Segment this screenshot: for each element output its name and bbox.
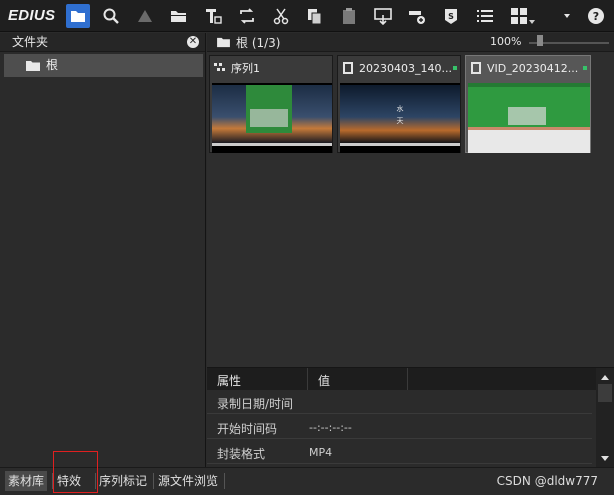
property-row[interactable]: 录制日期/时间 [207, 390, 592, 414]
triangle-up-icon [138, 10, 152, 22]
sequence-icon [214, 63, 225, 71]
svg-text:S: S [448, 12, 454, 21]
folder-icon [26, 60, 40, 71]
clip-title-row: VID_20230412... [466, 56, 590, 80]
paste-button[interactable] [337, 4, 361, 28]
scrollbar-thumb[interactable] [598, 384, 612, 402]
title-clip-button[interactable] [201, 4, 225, 28]
property-key: 开始时间码 [217, 422, 278, 436]
list-icon [477, 10, 493, 22]
clip-list: 序列1 20230403_140... 水 天 VID_20230412... [209, 55, 614, 155]
folder-panel: 文件夹 ✕ 根 [0, 33, 206, 467]
video-frame-image [468, 83, 590, 153]
bin-panel: 根 (1/3) 100% 序列1 20230403_140... 水 天 VID… [207, 33, 614, 468]
clip-title: VID_20230412... [487, 61, 579, 75]
search-icon [103, 8, 119, 24]
folder-panel-header: 文件夹 ✕ [0, 33, 205, 52]
folder-icon [217, 37, 230, 47]
film-icon [471, 62, 481, 74]
effect-icon: S [445, 9, 457, 24]
clip-thumbnail: 水 天 [340, 83, 460, 153]
help-button[interactable]: ? [584, 4, 608, 28]
status-online-indicator [453, 66, 457, 70]
open-folder-icon [171, 11, 186, 22]
scroll-up-icon[interactable] [601, 375, 609, 380]
zoom-level: 100% [490, 35, 522, 48]
properties-scrollbar[interactable] [596, 368, 614, 468]
search-button[interactable] [99, 4, 123, 28]
up-level-button[interactable] [133, 4, 157, 28]
clip-thumbnail [468, 83, 590, 153]
properties-header: 属性 值 [207, 368, 614, 390]
clipboard-icon [343, 8, 355, 24]
video-frame-image: 水 天 [340, 85, 460, 146]
clip-title-row: 20230403_140... [338, 56, 460, 80]
column-divider [307, 368, 308, 390]
app-logo: EDIUS [8, 7, 56, 24]
tab-divider [224, 473, 225, 489]
tab-sequence-markers[interactable]: 序列标记 [96, 471, 150, 491]
insert-button[interactable] [371, 4, 395, 28]
watermark: CSDN @dldw777 [496, 474, 598, 488]
clip-title-row: 序列1 [210, 56, 332, 80]
chevron-down-icon [564, 14, 570, 18]
property-row[interactable]: 开始时间码 --:--:--:-- [207, 415, 592, 439]
folder-tree-item-root[interactable]: 根 [4, 54, 203, 77]
current-path: 根 (1/3) [236, 35, 281, 50]
clip-title: 20230403_140... [359, 61, 452, 75]
video-frame-image [212, 83, 332, 153]
property-key: 封装格式 [217, 447, 266, 461]
property-value: MP4 [309, 446, 333, 459]
clip-item-selected[interactable]: VID_20230412... [465, 55, 591, 153]
highlight-box [53, 451, 98, 493]
path-bar: 根 (1/3) 100% [207, 33, 614, 52]
clip-thumbnail [212, 83, 332, 153]
svg-text:天: 天 [397, 117, 404, 125]
close-icon[interactable]: ✕ [187, 36, 199, 48]
menu-dropdown-button[interactable] [558, 4, 576, 28]
effect-button[interactable]: S [439, 4, 463, 28]
toolbar: EDIUS S ? [0, 0, 614, 32]
zoom-slider-thumb[interactable] [537, 35, 543, 46]
folder-icon [71, 11, 85, 22]
chevron-down-icon [529, 20, 535, 24]
add-to-timeline-button[interactable] [405, 4, 429, 28]
folder-tree-item-label: 根 [46, 58, 59, 72]
properties-panel: 属性 值 录制日期/时间 开始时间码 --:--:--:-- 封装格式 MP4 [207, 367, 614, 468]
clip-item[interactable]: 20230403_140... 水 天 [337, 55, 461, 153]
column-divider [407, 368, 408, 390]
replace-button[interactable] [235, 4, 259, 28]
help-icon: ? [588, 8, 604, 24]
replace-icon [240, 8, 254, 24]
grid-view-button[interactable] [507, 4, 535, 28]
grid-icon [511, 8, 527, 24]
scroll-down-icon[interactable] [601, 456, 609, 461]
copy-button[interactable] [303, 4, 327, 28]
tab-asset-bin[interactable]: 素材库 [5, 471, 48, 491]
scissors-icon [273, 8, 289, 25]
property-value: --:--:--:-- [309, 421, 352, 434]
cut-button[interactable] [269, 4, 293, 28]
copy-icon [308, 9, 322, 25]
clip-title: 序列1 [231, 62, 260, 75]
property-key: 录制日期/时间 [217, 397, 294, 411]
property-row[interactable]: 封装格式 MP4 [207, 440, 592, 464]
clip-item[interactable]: 序列1 [209, 55, 333, 153]
tab-source-browser[interactable]: 源文件浏览 [155, 471, 221, 491]
list-view-button[interactable] [473, 4, 497, 28]
folder-view-button[interactable] [66, 4, 90, 28]
open-folder-button[interactable] [167, 4, 191, 28]
tab-divider [153, 473, 154, 489]
svg-text:水: 水 [397, 104, 404, 113]
column-header-value[interactable]: 值 [318, 372, 330, 389]
add-track-icon [409, 11, 425, 24]
text-clip-icon [206, 9, 222, 24]
svg-text:?: ? [593, 10, 599, 23]
column-header-property[interactable]: 属性 [217, 372, 241, 389]
status-online-indicator [583, 66, 587, 70]
film-icon [343, 62, 353, 74]
monitor-insert-icon [374, 8, 392, 25]
folder-panel-title: 文件夹 [12, 35, 49, 49]
